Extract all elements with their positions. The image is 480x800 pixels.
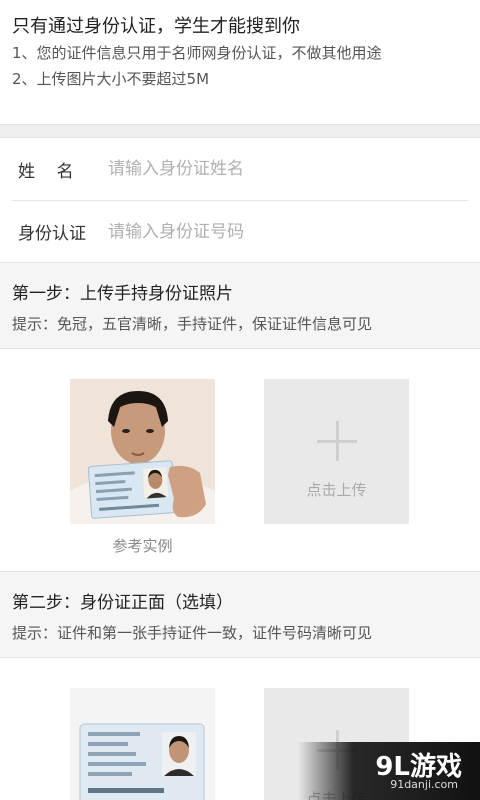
id-number-row: 身份认证 [12,200,468,262]
example-caption: 参考实例 [112,537,173,555]
step1-upload-button[interactable]: 点击上传 [264,379,409,524]
step1-title: 第一步：上传手持身份证照片 [12,284,233,304]
site-watermark: 9L游戏 91danji.com [298,742,480,800]
section-divider [0,124,480,138]
watermark-url: 91danji.com [390,778,458,791]
plus-icon [316,421,357,461]
name-input[interactable] [108,149,468,189]
step2-tip: 提示：证件和第一张手持证件一致，证件号码清晰可见 [12,624,373,642]
example-handheld-id-photo [70,379,215,524]
identity-form: 姓 名 身份认证 [0,138,480,262]
step1-upload-area: 参考实例 点击上传 [0,349,480,571]
step2-header: 第二步：身份证正面（选填） 提示：证件和第一张手持证件一致，证件号码清晰可见 [0,571,480,658]
notice-section: 只有通过身份认证，学生才能搜到你 1、您的证件信息只用于名师网身份认证，不做其他… [0,0,480,124]
step1-upload-label: 点击上传 [306,481,367,499]
notice-line-2: 2、上传图片大小不要超过5M [12,70,210,88]
step1-header: 第一步：上传手持身份证照片 提示：免冠，五官清晰，手持证件，保证证件信息可见 [0,262,480,349]
name-label: 姓 名 [18,161,74,182]
step1-tip: 提示：免冠，五官清晰，手持证件，保证证件信息可见 [12,315,373,333]
notice-title: 只有通过身份认证，学生才能搜到你 [12,16,300,37]
notice-line-1: 1、您的证件信息只用于名师网身份认证，不做其他用途 [12,44,382,62]
id-number-label: 身份认证 [18,224,86,244]
id-number-input[interactable] [108,211,468,252]
step2-title: 第二步：身份证正面（选填） [12,593,233,613]
name-row: 姓 名 [12,138,468,200]
example-id-front-photo [70,688,215,800]
